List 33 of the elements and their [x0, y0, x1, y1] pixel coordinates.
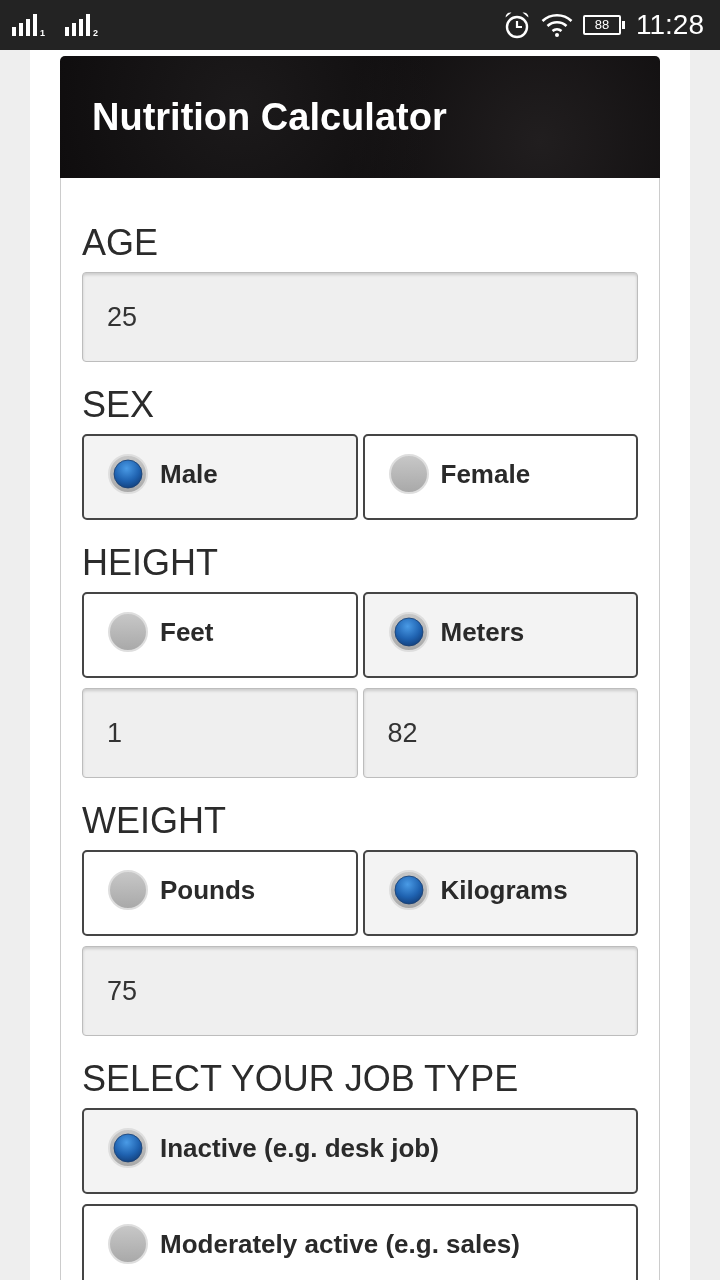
signal-icon [65, 14, 91, 36]
input-field[interactable]: 82 [362, 688, 638, 778]
radio-unselected-icon[interactable] [108, 870, 148, 910]
radio-option[interactable]: Kilograms [362, 850, 638, 936]
radio-unselected-icon[interactable] [388, 454, 429, 494]
input-field[interactable]: 1 [82, 688, 358, 778]
radio-option[interactable]: Male [82, 434, 358, 520]
sim-slot-label: 2 [93, 29, 99, 38]
radio-selected-icon[interactable] [108, 1128, 148, 1168]
sim-slot-label: 1 [40, 29, 45, 38]
section-label: WEIGHT [82, 799, 227, 843]
section-label: SEX [82, 383, 156, 427]
section-label: HEIGHT [82, 541, 219, 585]
radio-option[interactable]: Female [362, 434, 638, 520]
alarm-clock-icon [504, 11, 530, 39]
radio-selected-icon[interactable] [108, 454, 148, 494]
section-label: AGE [82, 221, 160, 265]
radio-option[interactable]: Meters [362, 592, 638, 678]
clock-time: 11:28 [636, 9, 704, 41]
radio-unselected-icon[interactable] [108, 612, 148, 652]
radio-selected-icon[interactable] [388, 870, 429, 910]
section-label: SELECT YOUR JOB TYPE [82, 1057, 520, 1101]
signal-icon [12, 14, 38, 36]
input-field[interactable]: 25 [82, 272, 638, 362]
radio-option[interactable]: Pounds [82, 850, 358, 936]
radio-option[interactable]: Moderately active (e.g. sales) [82, 1204, 638, 1280]
radio-option[interactable]: Inactive (e.g. desk job) [82, 1108, 638, 1194]
input-field[interactable]: 75 [82, 946, 638, 1036]
radio-option[interactable]: Feet [82, 592, 358, 678]
radio-selected-icon[interactable] [388, 612, 429, 652]
radio-unselected-icon[interactable] [108, 1224, 148, 1264]
app-title: Nutrition Calculator [92, 95, 447, 139]
wifi-icon [541, 13, 573, 37]
